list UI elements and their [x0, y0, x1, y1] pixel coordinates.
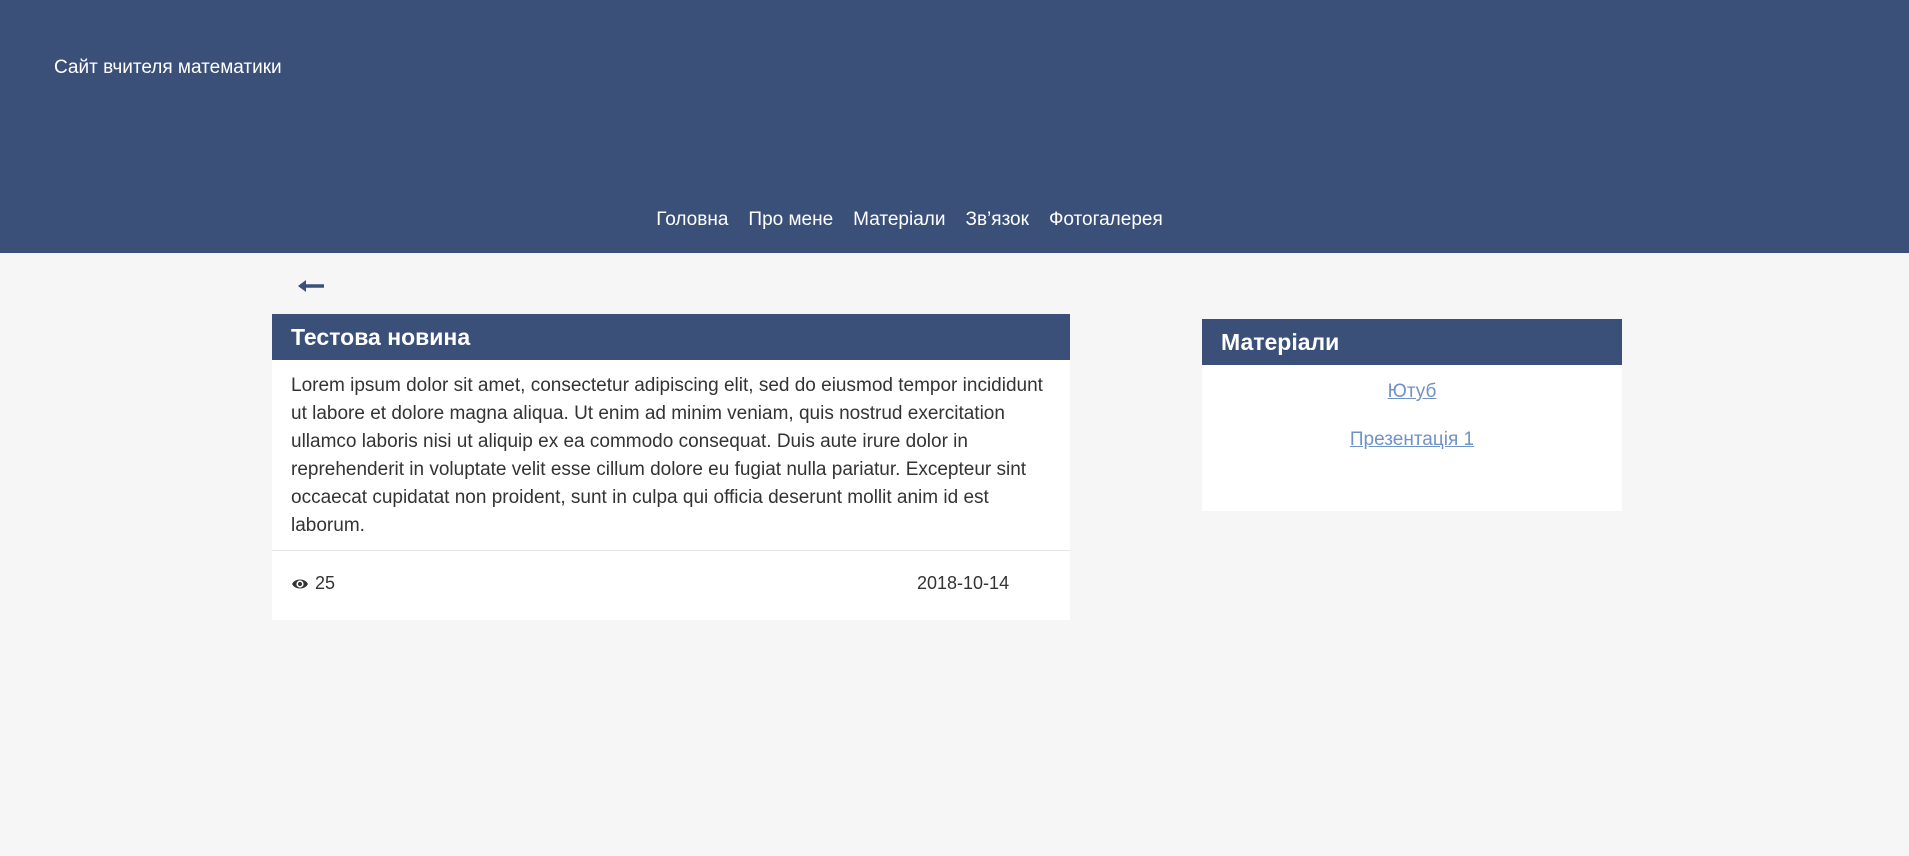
site-header: Сайт вчителя математики Головна Про мене…	[0, 0, 1909, 253]
post-title: Тестова новина	[291, 324, 471, 350]
nav-item-home[interactable]: Головна	[656, 208, 728, 232]
eye-icon	[292, 579, 308, 588]
news-post-card: Тестова новина Lorem ipsum dolor sit ame…	[272, 314, 1070, 620]
nav-item-about[interactable]: Про мене	[748, 208, 833, 232]
sidebar-header: Матеріали	[1202, 319, 1622, 365]
views-count: 25	[291, 573, 335, 594]
site-title[interactable]: Сайт вчителя математики	[54, 56, 282, 80]
nav-item-materials[interactable]: Матеріали	[853, 208, 945, 232]
sidebar-title: Матеріали	[1221, 328, 1340, 355]
post-footer: 25 2018-10-14	[272, 550, 1070, 616]
main-nav: Головна Про мене Матеріали Зв’язок Фотог…	[0, 208, 1819, 232]
arrow-left-icon	[298, 280, 324, 292]
post-header: Тестова новина	[272, 314, 1070, 360]
materials-sidebar: Матеріали Ютуб Презентація 1	[1202, 319, 1622, 511]
views-value: 25	[315, 573, 336, 593]
sidebar-link-youtube[interactable]: Ютуб	[1388, 379, 1437, 405]
nav-item-gallery[interactable]: Фотогалерея	[1049, 208, 1163, 232]
sidebar-links: Ютуб Презентація 1	[1202, 365, 1622, 453]
back-button[interactable]	[296, 270, 326, 300]
nav-item-contact[interactable]: Зв’язок	[965, 208, 1028, 232]
post-body: Lorem ipsum dolor sit amet, consectetur …	[291, 375, 1043, 536]
post-date: 2018-10-14	[917, 573, 1010, 593]
sidebar-link-presentation[interactable]: Презентація 1	[1350, 427, 1474, 453]
